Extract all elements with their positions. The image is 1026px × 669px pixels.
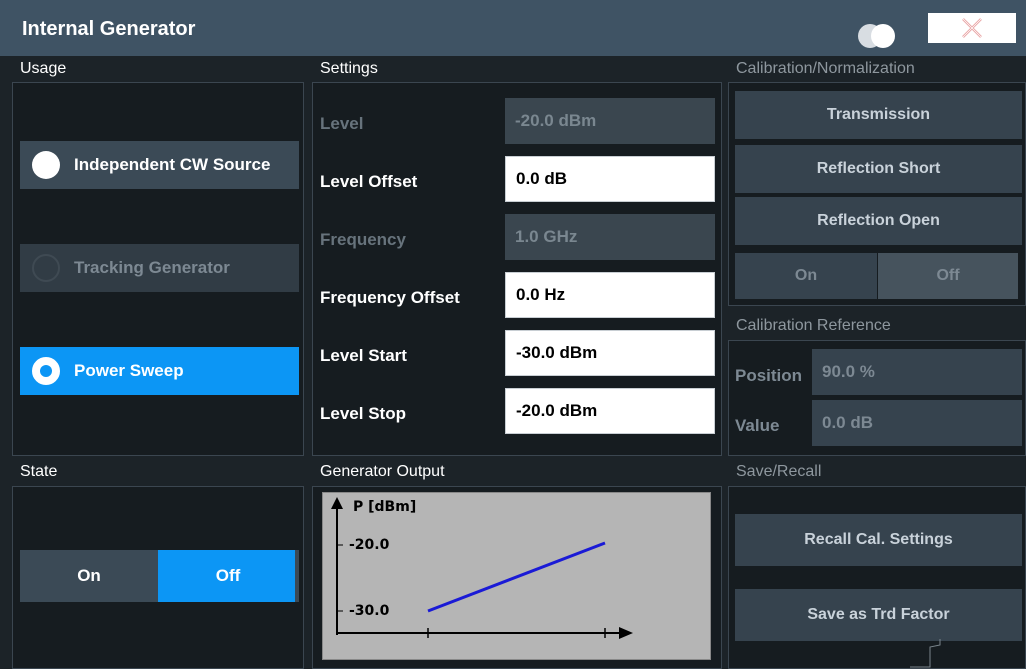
- cursor-trace-icon: [910, 639, 941, 668]
- reflection-short-button[interactable]: Reflection Short: [735, 145, 1022, 193]
- internal-generator-dialog: Internal Generator Usage Independent CW …: [0, 0, 1026, 669]
- toggle-circles-icon[interactable]: [858, 24, 898, 48]
- tick-label-high: -20.0: [349, 537, 390, 553]
- radio-selected-icon: [32, 357, 60, 385]
- frequency-offset-field[interactable]: 0.0 Hz: [505, 272, 715, 318]
- level-start-field[interactable]: -30.0 dBm: [505, 330, 715, 376]
- close-button[interactable]: [928, 13, 1016, 43]
- level-stop-field[interactable]: -20.0 dBm: [505, 388, 715, 434]
- radio-label: Independent CW Source: [74, 155, 271, 174]
- tick-label-low: -30.0: [349, 603, 390, 619]
- level-offset-field[interactable]: 0.0 dB: [505, 156, 715, 202]
- save-as-trd-factor-button[interactable]: Save as Trd Factor: [735, 589, 1022, 641]
- state-label: State: [20, 463, 58, 480]
- settings-label: Settings: [320, 60, 378, 77]
- frequency-offset-label: Frequency Offset: [320, 288, 460, 307]
- generator-output-graph: P [dBm] -20.0 -30.0: [322, 492, 711, 660]
- level-label: Level: [320, 114, 364, 133]
- generator-output-label: Generator Output: [320, 463, 445, 480]
- dialog-title: Internal Generator: [22, 18, 196, 40]
- y-axis-arrow-icon: [331, 497, 343, 509]
- frequency-field: 1.0 GHz: [505, 214, 715, 260]
- level-start-label: Level Start: [320, 346, 407, 365]
- calibration-normalization-label: Calibration/Normalization: [736, 60, 915, 77]
- reflection-open-button[interactable]: Reflection Open: [735, 197, 1022, 245]
- radio-label: Power Sweep: [74, 361, 184, 380]
- value-label: Value: [735, 416, 780, 435]
- transmission-button[interactable]: Transmission: [735, 91, 1022, 139]
- radio-independent-cw-source[interactable]: Independent CW Source: [20, 141, 299, 189]
- radio-label: Tracking Generator: [74, 258, 230, 277]
- frequency-label: Frequency: [320, 230, 406, 249]
- state-button-edge: [295, 550, 299, 602]
- y-axis-label: P [dBm]: [353, 499, 417, 515]
- save-recall-label: Save/Recall: [736, 463, 822, 480]
- radio-power-sweep[interactable]: Power Sweep: [20, 347, 299, 395]
- radio-unselected-icon: [32, 151, 60, 179]
- level-offset-label: Level Offset: [320, 172, 418, 191]
- state-on-button[interactable]: On: [20, 550, 158, 602]
- close-x-icon: [962, 18, 982, 38]
- radio-disabled-icon: [32, 254, 60, 282]
- usage-label: Usage: [20, 60, 67, 77]
- value-field: 0.0 dB: [812, 400, 1022, 446]
- radio-tracking-generator: Tracking Generator: [20, 244, 299, 292]
- calibration-off-button[interactable]: Off: [878, 253, 1018, 299]
- position-field: 90.0 %: [812, 349, 1022, 395]
- graph-svg: [331, 497, 633, 639]
- calibration-on-button[interactable]: On: [735, 253, 877, 299]
- power-sweep-line: [427, 541, 606, 613]
- x-axis-arrow-icon: [619, 627, 633, 639]
- recall-cal-settings-button[interactable]: Recall Cal. Settings: [735, 514, 1022, 566]
- calibration-reference-label: Calibration Reference: [736, 317, 891, 334]
- position-label: Position: [735, 366, 803, 385]
- level-stop-label: Level Stop: [320, 404, 406, 423]
- title-bar: Internal Generator: [0, 0, 1026, 56]
- state-off-button[interactable]: Off: [158, 550, 298, 602]
- level-field: -20.0 dBm: [505, 98, 715, 144]
